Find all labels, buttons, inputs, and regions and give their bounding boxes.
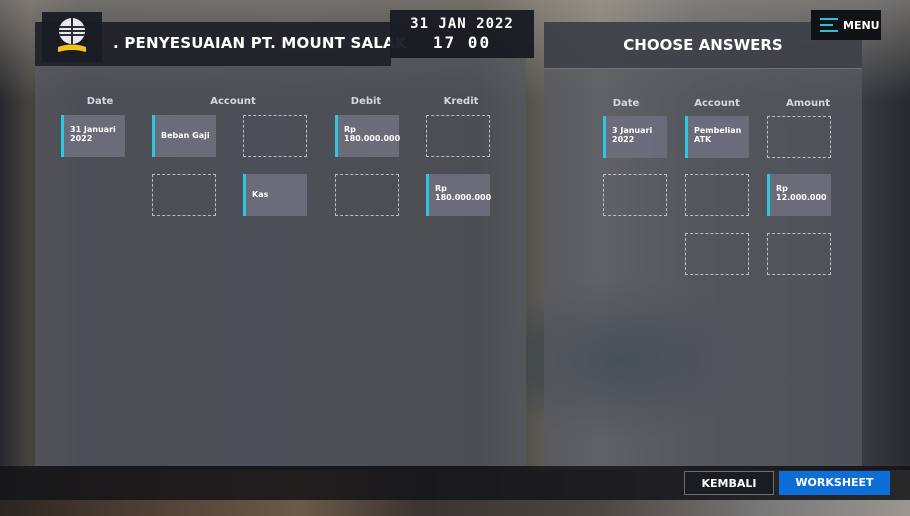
worksheet-button[interactable]: WORKSHEET [779,471,890,495]
drop-slot[interactable] [335,174,399,216]
answer-date-card[interactable]: 3 Januari 2022 [603,116,667,158]
column-header-kredit: Kredit [443,96,479,107]
game-date: 31 JAN 2022 [410,16,514,32]
answers-header-account: Account [694,98,740,109]
globe-book-icon [57,18,87,52]
answer-account-card[interactable]: Pembelian ATK [685,116,749,158]
journal-date-card[interactable]: 31 Januari 2022 [61,115,125,157]
column-header-debit: Debit [350,96,382,107]
answers-header-date: Date [612,98,640,109]
kembali-button[interactable]: KEMBALI [684,471,774,495]
game-time: 17 00 [432,33,492,52]
drop-slot[interactable] [426,115,490,157]
drop-slot[interactable] [243,115,307,157]
hamburger-icon [820,18,838,32]
journal-debit-card[interactable]: Rp 180.000.000 [335,115,400,157]
answer-slot[interactable] [685,233,749,275]
university-logo [42,12,102,62]
menu-button[interactable]: MENU [811,10,881,40]
column-header-account: Account [210,96,256,107]
drop-slot[interactable] [152,174,216,216]
journal-account-card[interactable]: Kas [243,174,307,216]
answer-slot[interactable] [685,174,749,216]
answer-slot[interactable] [767,116,831,158]
column-header-date: Date [86,96,114,107]
page-title: . PENYESUAIAN PT. MOUNT SALAK [113,34,407,52]
answer-slot[interactable] [767,233,831,275]
answers-header-amount: Amount [785,98,831,109]
journal-account-card[interactable]: Beban Gaji [152,115,216,157]
game-clock: 31 JAN 2022 17 00 [390,10,534,58]
menu-label: MENU [843,19,880,32]
answer-slot[interactable] [603,174,667,216]
answer-amount-card[interactable]: Rp 12.000.000 [767,174,831,216]
journal-kredit-card[interactable]: Rp 180.000.000 [426,174,491,216]
journal-panel [35,22,526,466]
